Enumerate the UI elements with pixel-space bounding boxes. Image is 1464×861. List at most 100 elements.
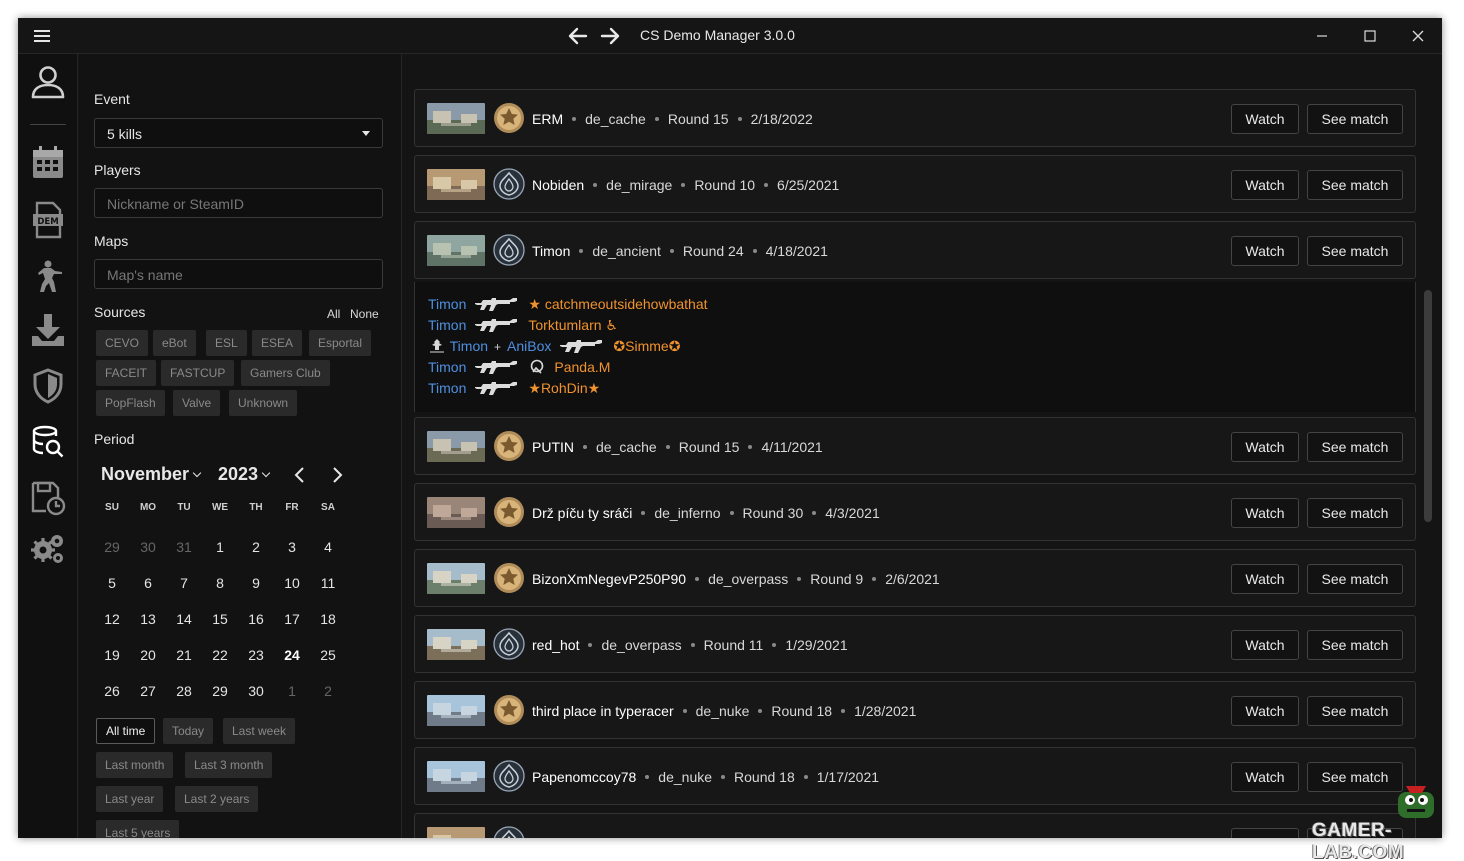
calendar-day[interactable]: 7 [166,572,202,594]
watch-button[interactable]: Watch [1231,696,1299,726]
calendar-day[interactable]: 31 [166,536,202,558]
period-preset-button[interactable]: Last 5 years [96,820,180,838]
watch-button[interactable]: Watch [1231,432,1299,462]
calendar-day[interactable]: 2 [238,536,274,558]
source-chip[interactable]: Gamers Club [241,360,330,386]
watch-button[interactable]: Watch [1231,564,1299,594]
calendar-day[interactable]: 2 [310,680,346,702]
minimize-icon[interactable] [1308,24,1336,48]
see-match-button[interactable]: See match [1307,432,1403,462]
calendar-day[interactable]: 6 [130,572,166,594]
period-preset-button[interactable]: Last 3 month [185,752,273,778]
player-name: SoulieWitch [532,835,606,838]
event-select[interactable]: 5 kills [94,118,383,148]
calendar-day[interactable]: 30 [130,536,166,558]
next-month-icon[interactable] [327,464,347,486]
period-preset-button[interactable]: Last year [96,786,164,812]
save-history-icon[interactable] [28,478,68,518]
see-match-button[interactable]: See match [1307,762,1403,792]
source-chip[interactable]: ESL [206,330,247,356]
watch-button[interactable]: Watch [1231,828,1299,838]
calendar-icon[interactable] [28,142,68,182]
calendar-day[interactable]: 23 [238,644,274,666]
previous-month-icon[interactable] [290,464,310,486]
calendar-day[interactable]: 20 [130,644,166,666]
period-preset-button[interactable]: Last month [96,752,174,778]
watch-button[interactable]: Watch [1231,630,1299,660]
demo-file-icon[interactable]: DEM [28,200,68,240]
results-scrollbar[interactable] [1424,290,1432,522]
shield-icon[interactable] [28,366,68,406]
database-search-icon[interactable] [28,422,68,462]
calendar-day[interactable]: 8 [202,572,238,594]
watch-button[interactable]: Watch [1231,104,1299,134]
account-user-icon[interactable] [28,62,68,102]
source-chip[interactable]: ESEA [252,330,303,356]
source-chip[interactable]: FASTCUP [161,360,235,386]
calendar-day[interactable]: 14 [166,608,202,630]
calendar-day[interactable]: 29 [202,680,238,702]
calendar-day[interactable]: 1 [274,680,310,702]
watch-button[interactable]: Watch [1231,236,1299,266]
sources-select-all[interactable]: All [327,307,340,321]
settings-gears-icon[interactable] [28,528,68,568]
map-thumbnail [427,761,485,792]
calendar-day[interactable]: 15 [202,608,238,630]
back-arrow-icon[interactable] [566,24,590,48]
maximize-icon[interactable] [1356,24,1384,48]
calendar-day[interactable]: 4 [310,536,346,558]
source-chip[interactable]: Esportal [309,330,372,356]
watch-button[interactable]: Watch [1231,170,1299,200]
calendar-day[interactable]: 9 [238,572,274,594]
source-chip[interactable]: Valve [173,390,221,416]
hamburger-menu-icon[interactable] [32,28,52,44]
see-match-button[interactable]: See match [1307,630,1403,660]
calendar-day[interactable]: 19 [94,644,130,666]
see-match-button[interactable]: See match [1307,498,1403,528]
calendar-day[interactable]: 21 [166,644,202,666]
calendar-day[interactable]: 26 [94,680,130,702]
calendar-day[interactable]: 18 [310,608,346,630]
source-chip[interactable]: FACEIT [96,360,157,386]
calendar-day[interactable]: 30 [238,680,274,702]
close-icon[interactable] [1404,24,1432,48]
period-preset-button[interactable]: All time [96,718,156,744]
source-chip[interactable]: eBot [153,330,196,356]
period-preset-button[interactable]: Last 2 years [175,786,259,812]
player-soldier-icon[interactable] [28,256,68,296]
calendar-day[interactable]: 10 [274,572,310,594]
calendar-day[interactable]: 1 [202,536,238,558]
see-match-button[interactable]: See match [1307,104,1403,134]
calendar-day[interactable]: 27 [130,680,166,702]
period-preset-button[interactable]: Today [163,718,214,744]
calendar-day[interactable]: 25 [310,644,346,666]
calendar-day[interactable]: 5 [94,572,130,594]
source-chip[interactable]: Unknown [229,390,298,416]
calendar-day[interactable]: 24 [274,644,310,666]
calendar-day[interactable]: 12 [94,608,130,630]
calendar-day[interactable]: 17 [274,608,310,630]
calendar-day[interactable]: 16 [238,608,274,630]
watch-button[interactable]: Watch [1231,498,1299,528]
forward-arrow-icon[interactable] [598,24,622,48]
players-input[interactable]: Nickname or SteamID [94,188,383,218]
calendar-day[interactable]: 22 [202,644,238,666]
maps-input[interactable]: Map's name [94,259,383,289]
download-icon[interactable] [28,310,68,350]
see-match-button[interactable]: See match [1307,696,1403,726]
calendar-day[interactable]: 29 [94,536,130,558]
calendar-day[interactable]: 28 [166,680,202,702]
watch-button[interactable]: Watch [1231,762,1299,792]
calendar-day[interactable]: 11 [310,572,346,594]
see-match-button[interactable]: See match [1307,170,1403,200]
period-preset-button[interactable]: Last week [223,718,296,744]
sources-select-none[interactable]: None [350,307,379,321]
calendar-day[interactable]: 13 [130,608,166,630]
calendar-day[interactable]: 3 [274,536,310,558]
see-match-button[interactable]: See match [1307,564,1403,594]
calendar-month-select[interactable]: November [101,464,202,485]
source-chip[interactable]: PopFlash [96,390,165,416]
see-match-button[interactable]: See match [1307,236,1403,266]
source-chip[interactable]: CEVO [96,330,149,356]
calendar-year-select[interactable]: 2023 [218,464,271,485]
